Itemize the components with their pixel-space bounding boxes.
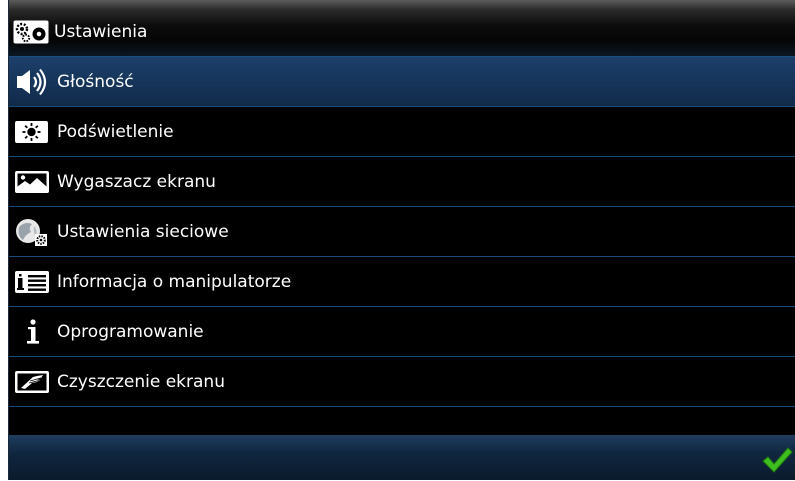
- menu-item-screensaver[interactable]: Wygaszacz ekranu: [9, 157, 795, 207]
- menu-item-label: Czyszczenie ekranu: [57, 372, 225, 392]
- menu-item-volume[interactable]: Głośność: [9, 57, 795, 107]
- checkmark-icon[interactable]: [761, 444, 793, 476]
- network-globe-gear-icon: [16, 219, 47, 246]
- menu-empty-row: [9, 407, 795, 436]
- menu-item-label: Podświetlenie: [57, 122, 174, 142]
- settings-gears-icon: [13, 20, 49, 44]
- menu-item-keypad-info[interactable]: Informacja o manipulatorze: [9, 257, 795, 307]
- menu-item-label: Wygaszacz ekranu: [57, 172, 216, 192]
- page-title: Ustawienia: [54, 22, 148, 42]
- info-i-icon: [27, 319, 39, 344]
- info-list-icon: [15, 271, 49, 293]
- menu-item-label: Oprogramowanie: [57, 322, 204, 342]
- menu-item-label: Ustawienia sieciowe: [57, 222, 229, 242]
- settings-menu: Głośność Podświetlenie Wygaszacz ekranu …: [9, 57, 795, 436]
- menu-item-label: Głośność: [57, 72, 134, 92]
- footer-bar: [9, 435, 795, 480]
- settings-screen: Ustawienia Głośność Podświetlenie Wygasz…: [8, 0, 795, 480]
- screensaver-image-icon: [15, 171, 49, 193]
- menu-item-firmware[interactable]: Oprogramowanie: [9, 307, 795, 357]
- menu-item-screen-cleaning[interactable]: Czyszczenie ekranu: [9, 357, 795, 407]
- brightness-icon: [15, 121, 48, 143]
- menu-item-backlight[interactable]: Podświetlenie: [9, 107, 795, 157]
- menu-item-label: Informacja o manipulatorze: [57, 272, 292, 292]
- cleaning-hand-icon: [15, 371, 49, 393]
- title-bar: Ustawienia: [9, 0, 795, 57]
- menu-item-network-settings[interactable]: Ustawienia sieciowe: [9, 207, 795, 257]
- speaker-icon: [17, 68, 47, 96]
